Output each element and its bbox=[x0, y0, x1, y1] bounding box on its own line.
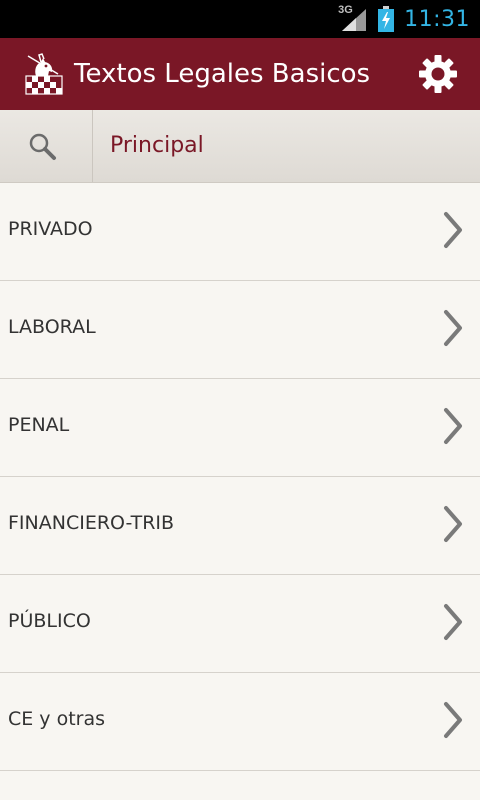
settings-button[interactable] bbox=[418, 54, 458, 94]
list-item-penal[interactable]: PENAL bbox=[0, 379, 480, 477]
chevron-right-icon bbox=[444, 604, 462, 640]
list-item-label: PÚBLICO bbox=[8, 610, 91, 632]
navigation-bar: Principal bbox=[0, 110, 480, 183]
list-item-laboral[interactable]: LABORAL bbox=[0, 281, 480, 379]
search-icon bbox=[29, 133, 56, 160]
gear-icon bbox=[419, 55, 457, 93]
chevron-right-icon bbox=[444, 506, 462, 542]
list-item-financiero-trib[interactable]: FINANCIERO-TRIB bbox=[0, 477, 480, 575]
chevron-right-icon bbox=[444, 212, 462, 248]
search-button[interactable] bbox=[0, 110, 93, 182]
clock: 11:31 bbox=[404, 6, 470, 32]
list-item-publico[interactable]: PÚBLICO bbox=[0, 575, 480, 673]
status-bar: 3G 11:31 bbox=[0, 0, 480, 38]
knight-chessboard-logo-icon bbox=[22, 52, 64, 96]
list-item-label: FINANCIERO-TRIB bbox=[8, 512, 175, 534]
list-item-label: PRIVADO bbox=[8, 218, 93, 240]
chevron-right-icon bbox=[444, 310, 462, 346]
battery-charging-icon bbox=[378, 6, 395, 32]
list-item-privado[interactable]: PRIVADO bbox=[0, 183, 480, 281]
action-bar: Textos Legales Basicos bbox=[0, 38, 480, 110]
list-item-label: PENAL bbox=[8, 414, 70, 436]
chevron-right-icon bbox=[444, 702, 462, 738]
list-item-ce-y-otras[interactable]: CE y otras bbox=[0, 673, 480, 771]
signal-icon: 3G bbox=[338, 4, 368, 31]
status-icons: 3G 11:31 bbox=[338, 0, 470, 38]
category-list: PRIVADO LABORAL PENAL FINANCIERO-TRIB PÚ… bbox=[0, 183, 480, 800]
app-title: Textos Legales Basicos bbox=[74, 59, 371, 89]
list-item-label: CE y otras bbox=[8, 708, 106, 730]
page-title: Principal bbox=[110, 133, 204, 158]
chevron-right-icon bbox=[444, 408, 462, 444]
list-item-label: LABORAL bbox=[8, 316, 96, 338]
